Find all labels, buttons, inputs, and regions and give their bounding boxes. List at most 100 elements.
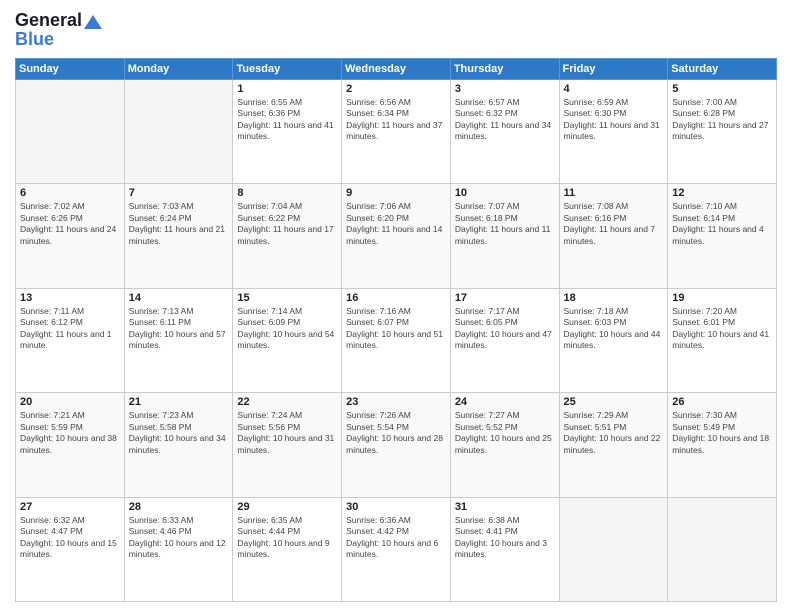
calendar-cell: 17 Sunrise: 7:17 AMSunset: 6:05 PMDayligh… xyxy=(450,288,559,392)
day-number: 1 xyxy=(237,83,337,95)
day-number: 14 xyxy=(129,292,229,304)
calendar-cell: 19 Sunrise: 7:20 AMSunset: 6:01 PMDayligh… xyxy=(668,288,777,392)
day-number: 5 xyxy=(672,83,772,95)
page: General Blue SundayMondayTuesdayWednesda… xyxy=(0,0,792,612)
calendar-cell: 25 Sunrise: 7:29 AMSunset: 5:51 PMDayligh… xyxy=(559,393,668,497)
day-info: Sunrise: 7:24 AMSunset: 5:56 PMDaylight:… xyxy=(237,410,337,456)
day-number: 9 xyxy=(346,187,446,199)
calendar-cell: 29 Sunrise: 6:35 AMSunset: 4:44 PMDayligh… xyxy=(233,497,342,601)
day-number: 19 xyxy=(672,292,772,304)
calendar-table: SundayMondayTuesdayWednesdayThursdayFrid… xyxy=(15,58,777,602)
day-info: Sunrise: 7:03 AMSunset: 6:24 PMDaylight:… xyxy=(129,201,229,247)
calendar-cell: 15 Sunrise: 7:14 AMSunset: 6:09 PMDayligh… xyxy=(233,288,342,392)
day-number: 11 xyxy=(564,187,664,199)
day-number: 31 xyxy=(455,501,555,513)
day-number: 18 xyxy=(564,292,664,304)
day-number: 12 xyxy=(672,187,772,199)
day-info: Sunrise: 7:11 AMSunset: 6:12 PMDaylight:… xyxy=(20,306,120,352)
calendar-cell: 10 Sunrise: 7:07 AMSunset: 6:18 PMDayligh… xyxy=(450,184,559,288)
weekday-header-saturday: Saturday xyxy=(668,59,777,80)
calendar-cell: 21Sunrise: 7:23 AMSunset: 5:58 PMDayligh… xyxy=(124,393,233,497)
day-info: Sunrise: 6:38 AMSunset: 4:41 PMDaylight:… xyxy=(455,515,555,561)
calendar-cell: 22 Sunrise: 7:24 AMSunset: 5:56 PMDayligh… xyxy=(233,393,342,497)
day-info: Sunrise: 7:17 AMSunset: 6:05 PMDaylight:… xyxy=(455,306,555,352)
day-info: Sunrise: 7:29 AMSunset: 5:51 PMDaylight:… xyxy=(564,410,664,456)
day-info: Sunrise: 7:13 AMSunset: 6:11 PMDaylight:… xyxy=(129,306,229,352)
logo-general: General xyxy=(15,10,82,31)
day-info: Sunrise: 7:10 AMSunset: 6:14 PMDaylight:… xyxy=(672,201,772,247)
weekday-header-monday: Monday xyxy=(124,59,233,80)
calendar-cell: 3Sunrise: 6:57 AMSunset: 6:32 PMDaylight… xyxy=(450,80,559,184)
calendar-cell: 13 Sunrise: 7:11 AMSunset: 6:12 PMDayligh… xyxy=(16,288,125,392)
calendar-cell: 7Sunrise: 7:03 AMSunset: 6:24 PMDaylight… xyxy=(124,184,233,288)
day-number: 20 xyxy=(20,396,120,408)
calendar-cell: 11 Sunrise: 7:08 AMSunset: 6:16 PMDayligh… xyxy=(559,184,668,288)
calendar-cell-empty xyxy=(16,80,125,184)
day-number: 29 xyxy=(237,501,337,513)
logo: General Blue xyxy=(15,10,102,50)
day-info: Sunrise: 7:14 AMSunset: 6:09 PMDaylight:… xyxy=(237,306,337,352)
calendar-cell: 5 Sunrise: 7:00 AMSunset: 6:28 PMDaylight… xyxy=(668,80,777,184)
calendar-week-row: 20 Sunrise: 7:21 AMSunset: 5:59 PMDayligh… xyxy=(16,393,777,497)
day-number: 17 xyxy=(455,292,555,304)
day-info: Sunrise: 7:27 AMSunset: 5:52 PMDaylight:… xyxy=(455,410,555,456)
day-number: 21 xyxy=(129,396,229,408)
calendar-cell: 30 Sunrise: 6:36 AMSunset: 4:42 PMDayligh… xyxy=(342,497,451,601)
logo-triangle-icon xyxy=(84,15,102,29)
calendar-cell: 4Sunrise: 6:59 AMSunset: 6:30 PMDaylight… xyxy=(559,80,668,184)
day-info: Sunrise: 7:00 AMSunset: 6:28 PMDaylight:… xyxy=(672,97,772,143)
calendar-cell: 6Sunrise: 7:02 AMSunset: 6:26 PMDaylight… xyxy=(16,184,125,288)
day-number: 8 xyxy=(237,187,337,199)
day-number: 27 xyxy=(20,501,120,513)
day-number: 28 xyxy=(129,501,229,513)
calendar-week-row: 27 Sunrise: 6:32 AMSunset: 4:47 PMDayligh… xyxy=(16,497,777,601)
day-number: 15 xyxy=(237,292,337,304)
day-number: 4 xyxy=(564,83,664,95)
day-number: 10 xyxy=(455,187,555,199)
calendar-cell: 9Sunrise: 7:06 AMSunset: 6:20 PMDaylight… xyxy=(342,184,451,288)
calendar-week-row: 6Sunrise: 7:02 AMSunset: 6:26 PMDaylight… xyxy=(16,184,777,288)
day-info: Sunrise: 6:36 AMSunset: 4:42 PMDaylight:… xyxy=(346,515,446,561)
calendar-week-row: 13 Sunrise: 7:11 AMSunset: 6:12 PMDayligh… xyxy=(16,288,777,392)
day-info: Sunrise: 7:04 AMSunset: 6:22 PMDaylight:… xyxy=(237,201,337,247)
calendar-cell: 14 Sunrise: 7:13 AMSunset: 6:11 PMDayligh… xyxy=(124,288,233,392)
calendar-cell: 28Sunrise: 6:33 AMSunset: 4:46 PMDayligh… xyxy=(124,497,233,601)
day-info: Sunrise: 7:30 AMSunset: 5:49 PMDaylight:… xyxy=(672,410,772,456)
calendar-cell: 23Sunrise: 7:26 AMSunset: 5:54 PMDayligh… xyxy=(342,393,451,497)
weekday-header-sunday: Sunday xyxy=(16,59,125,80)
day-info: Sunrise: 7:20 AMSunset: 6:01 PMDaylight:… xyxy=(672,306,772,352)
calendar-cell: 20 Sunrise: 7:21 AMSunset: 5:59 PMDayligh… xyxy=(16,393,125,497)
calendar-cell-empty xyxy=(124,80,233,184)
calendar-cell: 1 Sunrise: 6:55 AMSunset: 6:36 PMDaylight… xyxy=(233,80,342,184)
calendar-cell: 24 Sunrise: 7:27 AMSunset: 5:52 PMDayligh… xyxy=(450,393,559,497)
day-info: Sunrise: 7:21 AMSunset: 5:59 PMDaylight:… xyxy=(20,410,120,456)
day-number: 16 xyxy=(346,292,446,304)
day-info: Sunrise: 6:32 AMSunset: 4:47 PMDaylight:… xyxy=(20,515,120,561)
day-info: Sunrise: 7:08 AMSunset: 6:16 PMDaylight:… xyxy=(564,201,664,247)
weekday-header-row: SundayMondayTuesdayWednesdayThursdayFrid… xyxy=(16,59,777,80)
weekday-header-wednesday: Wednesday xyxy=(342,59,451,80)
day-number: 2 xyxy=(346,83,446,95)
day-info: Sunrise: 7:16 AMSunset: 6:07 PMDaylight:… xyxy=(346,306,446,352)
calendar-week-row: 1 Sunrise: 6:55 AMSunset: 6:36 PMDaylight… xyxy=(16,80,777,184)
calendar-cell: 27 Sunrise: 6:32 AMSunset: 4:47 PMDayligh… xyxy=(16,497,125,601)
day-number: 26 xyxy=(672,396,772,408)
weekday-header-thursday: Thursday xyxy=(450,59,559,80)
day-number: 3 xyxy=(455,83,555,95)
day-info: Sunrise: 6:35 AMSunset: 4:44 PMDaylight:… xyxy=(237,515,337,561)
weekday-header-tuesday: Tuesday xyxy=(233,59,342,80)
day-number: 13 xyxy=(20,292,120,304)
day-info: Sunrise: 6:55 AMSunset: 6:36 PMDaylight:… xyxy=(237,97,337,143)
day-number: 22 xyxy=(237,396,337,408)
logo-blue: Blue xyxy=(15,29,54,50)
day-number: 30 xyxy=(346,501,446,513)
weekday-header-friday: Friday xyxy=(559,59,668,80)
calendar-cell: 2 Sunrise: 6:56 AMSunset: 6:34 PMDaylight… xyxy=(342,80,451,184)
day-info: Sunrise: 7:07 AMSunset: 6:18 PMDaylight:… xyxy=(455,201,555,247)
day-number: 25 xyxy=(564,396,664,408)
calendar-cell: 8 Sunrise: 7:04 AMSunset: 6:22 PMDaylight… xyxy=(233,184,342,288)
day-number: 24 xyxy=(455,396,555,408)
calendar-cell-empty xyxy=(559,497,668,601)
day-info: Sunrise: 6:56 AMSunset: 6:34 PMDaylight:… xyxy=(346,97,446,143)
calendar-cell-empty xyxy=(668,497,777,601)
